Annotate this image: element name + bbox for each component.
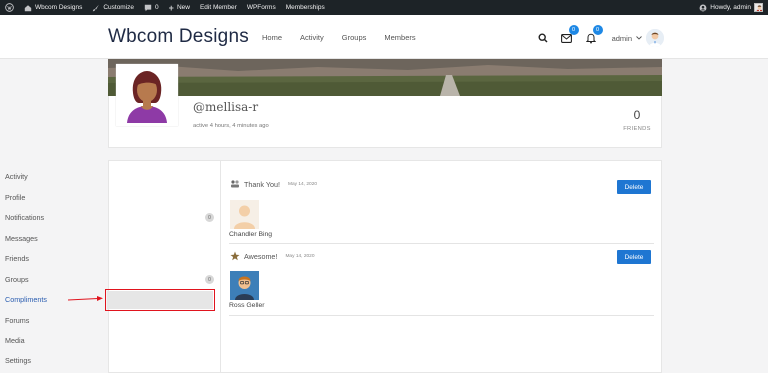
comment-icon [144, 4, 152, 11]
profile-nav-sidebar [108, 160, 220, 373]
customize-label: Customize [103, 4, 135, 11]
thank-you-icon [231, 180, 239, 188]
delete-button[interactable]: Delete [617, 180, 651, 194]
edit-member-link[interactable]: Edit Member [195, 0, 242, 15]
search-icon [538, 33, 548, 43]
groups-count-badge: 0 [205, 275, 214, 284]
compliment-date: May 14, 2020 [285, 253, 315, 259]
user-avatar [646, 29, 664, 47]
annotation-arrow-icon [68, 296, 103, 301]
site-header: Wbcom Designs Home Activity Groups Membe… [0, 15, 768, 59]
comments-count: 0 [155, 4, 159, 11]
cover-image [108, 59, 662, 96]
sidebar-item-notifications[interactable]: Notifications [5, 213, 109, 222]
customize-link[interactable]: Customize [87, 0, 139, 15]
notifications-button[interactable]: 0 [584, 25, 603, 45]
profile-card [108, 96, 662, 148]
site-name-link[interactable]: Wbcom Designs [19, 0, 87, 15]
sidebar-item-friends[interactable]: Friends [5, 254, 109, 263]
wpforms-label: WPForms [246, 4, 276, 11]
compliment-header: Thank You! May 14, 2020 [230, 179, 317, 189]
envelope-icon [561, 33, 573, 43]
highlight-box [105, 289, 215, 311]
admin-bar: Wbcom Designs Customize 0 + New Edit Mem… [0, 0, 768, 15]
sender-name[interactable]: Chandler Bing [229, 231, 272, 238]
howdy-label: Howdy, admin [710, 4, 751, 11]
user-name: admin [611, 33, 632, 43]
comments-link[interactable]: 0 [139, 0, 164, 15]
home-icon [24, 4, 32, 11]
search-button[interactable] [536, 31, 550, 45]
profile-handle: @mellisa-r [193, 100, 259, 114]
wpforms-link[interactable]: WPForms [242, 0, 281, 15]
sidebar-item-profile[interactable]: Profile [5, 193, 109, 202]
new-label: New [176, 4, 190, 11]
nav-activity[interactable]: Activity [300, 33, 324, 42]
memberships-label: Memberships [285, 4, 325, 11]
messages-button[interactable]: 0 [560, 25, 579, 45]
awesome-icon [230, 251, 240, 261]
nav-members[interactable]: Members [384, 33, 415, 42]
sender-avatar[interactable] [230, 271, 259, 300]
sender-name[interactable]: Ross Geller [229, 302, 265, 309]
notifications-count-badge: 0 [205, 213, 214, 222]
new-content-link[interactable]: + New [164, 0, 195, 15]
sidebar-item-media[interactable]: Media [5, 336, 109, 345]
sender-avatar[interactable] [230, 200, 259, 229]
brush-icon [93, 4, 100, 11]
compliment-date: May 14, 2020 [287, 181, 318, 187]
sidebar-item-forums[interactable]: Forums [5, 316, 109, 325]
plus-icon: + [168, 2, 174, 13]
nav-home[interactable]: Home [262, 33, 282, 42]
wordpress-icon [5, 3, 14, 12]
compliment-title: Awesome! [244, 251, 278, 261]
chevron-down-icon [636, 36, 642, 40]
sidebar-item-activity[interactable]: Activity [5, 172, 109, 181]
sidebar-item-messages[interactable]: Messages [5, 234, 109, 243]
user-account-link[interactable]: Howdy, admin [694, 0, 768, 15]
profile-avatar [116, 64, 178, 126]
memberships-link[interactable]: Memberships [281, 0, 330, 15]
sidebar-item-settings[interactable]: Settings [5, 356, 109, 365]
edit-member-label: Edit Member [199, 4, 237, 11]
notifications-badge: 0 [592, 25, 603, 35]
nav-groups[interactable]: Groups [342, 33, 367, 42]
wordpress-logo-button[interactable] [0, 0, 19, 15]
header-icons: 0 0 admin [536, 25, 664, 47]
compliment-title: Thank You! [244, 179, 280, 189]
friends-label[interactable]: FRIENDS [620, 126, 654, 132]
sidebar-item-groups[interactable]: Groups [5, 275, 109, 284]
main-nav: Home Activity Groups Members [262, 33, 434, 42]
messages-badge: 0 [568, 25, 579, 35]
bell-icon [585, 33, 596, 43]
admin-avatar [754, 3, 763, 12]
friends-count[interactable]: 0 [620, 108, 654, 122]
last-active-text: active 4 hours, 4 minutes ago [193, 123, 269, 129]
user-menu[interactable]: admin [608, 29, 664, 47]
site-title[interactable]: Wbcom Designs [108, 26, 249, 48]
delete-button[interactable]: Delete [617, 250, 651, 264]
site-name-label: Wbcom Designs [35, 4, 83, 11]
compliment-header: Awesome! May 14, 2020 [230, 251, 315, 261]
user-circle-icon [699, 4, 707, 11]
